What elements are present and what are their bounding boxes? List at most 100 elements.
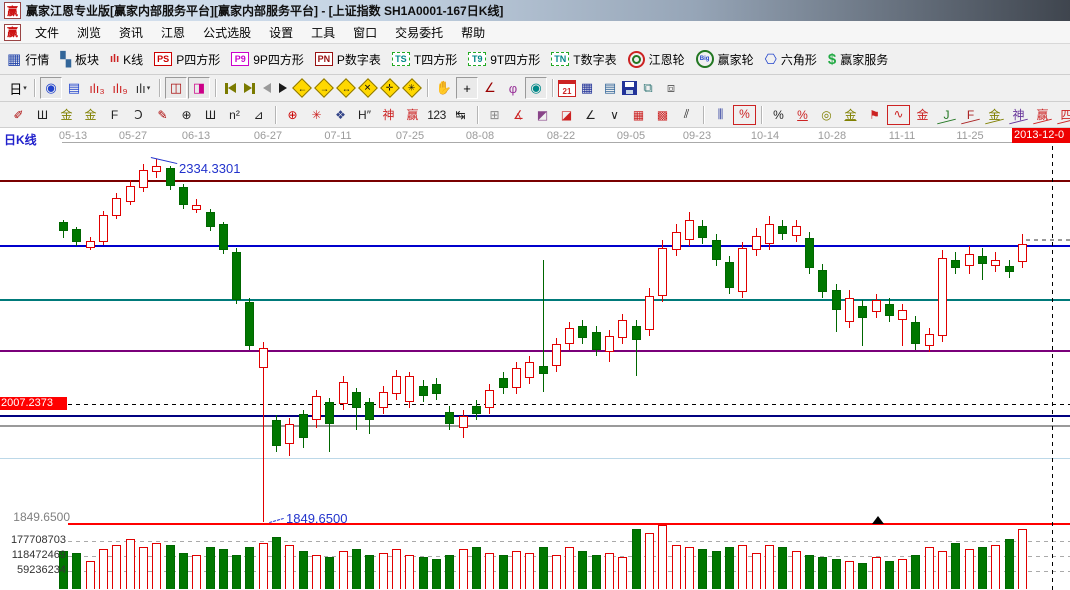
tool-chart-notes[interactable]: ▤ — [63, 77, 85, 99]
tool-comb[interactable]: Ш — [31, 105, 54, 125]
tool-angle-measure[interactable]: ∠ — [479, 77, 501, 99]
tool-shen-angle[interactable]: 神 — [1007, 105, 1030, 125]
tool-zoom-plus[interactable]: ✛ — [380, 78, 400, 98]
tool-interval-day[interactable]: 日▾ — [7, 77, 29, 99]
tool-p-square[interactable]: PSP四方形 — [154, 51, 220, 68]
candle — [419, 386, 428, 396]
tool-draw-pen[interactable]: ✐ — [7, 105, 30, 125]
tool-crosshair[interactable]: + — [456, 77, 478, 99]
tool-memo[interactable]: ▤ — [599, 77, 621, 99]
tool-sectors[interactable]: ▚板块 — [60, 51, 99, 68]
tool-four-angle[interactable]: 四 — [1055, 105, 1070, 125]
tool-ruler-123[interactable]: 123 — [425, 105, 448, 125]
tool-page-fwd[interactable] — [279, 83, 287, 93]
tool-hist-lines[interactable]: ⫼ — [709, 105, 732, 125]
tool-gold-grid-1[interactable]: 金 — [55, 105, 78, 125]
tool-wave-box[interactable]: ∿ — [887, 105, 910, 125]
tool-v-dotted[interactable]: ∨ — [603, 105, 626, 125]
tool-line-fan[interactable]: ⫽ — [675, 105, 698, 125]
tool-zoom-all[interactable]: ✳ — [402, 78, 422, 98]
tool-fan-box-1[interactable]: ◩ — [531, 105, 554, 125]
tool-kline-3[interactable]: ılı₃ — [86, 77, 108, 99]
tool-p-number[interactable]: PNP数字表 — [315, 51, 381, 68]
menu-item-7[interactable]: 工具 — [302, 22, 344, 43]
menu-item-2[interactable]: 浏览 — [68, 22, 110, 43]
tool-zoom-cross[interactable]: ✕ — [358, 78, 378, 98]
tool-zoom-horizontal[interactable]: ↔ — [336, 78, 356, 98]
tool-winner-wheel[interactable]: Big赢家轮 — [696, 50, 754, 68]
tool-zoom-right[interactable]: → — [314, 78, 334, 98]
tool-ying-grid[interactable]: 赢 — [401, 105, 424, 125]
tool-shen-grid[interactable]: 神 — [377, 105, 400, 125]
tool-fan-box-2[interactable]: ◪ — [555, 105, 578, 125]
tool-grid-red-box[interactable]: ▩ — [651, 105, 674, 125]
tool-page-back[interactable] — [263, 83, 271, 93]
tool-j-angle[interactable]: J — [935, 105, 958, 125]
chart-canvas[interactable] — [0, 128, 1070, 590]
tool-web-red[interactable]: ✳ — [305, 105, 328, 125]
tool-percent-line[interactable]: % — [791, 105, 814, 125]
tool-gold-red[interactable]: 金 — [911, 105, 934, 125]
tool-pan-hand[interactable]: ✋ — [433, 77, 455, 99]
tool-h-marks[interactable]: Н″ — [353, 105, 376, 125]
tool-gold-grid-2[interactable]: 金 — [79, 105, 102, 125]
tool-volume-profile[interactable]: ◨ — [188, 77, 210, 99]
tool-percent[interactable]: % — [767, 105, 790, 125]
tool-flag-pen[interactable]: ⚑ — [863, 105, 886, 125]
tool-winner-service[interactable]: $赢家服务 — [828, 51, 888, 68]
menu-item-6[interactable]: 设置 — [260, 22, 302, 43]
tool-gold-circle[interactable]: ◎ — [815, 105, 838, 125]
tool-chart-zigzag[interactable]: ◉ — [40, 77, 62, 99]
tool-hexagon[interactable]: ⎔六角形 — [765, 51, 817, 68]
volume-bar — [658, 525, 667, 589]
tool-percent-box[interactable]: % — [733, 105, 756, 125]
tool-time-circle[interactable]: ⊕ — [175, 105, 198, 125]
tool-zoom-left[interactable]: ← — [292, 78, 312, 98]
tool-kline-style[interactable]: ılı▾ — [132, 77, 154, 99]
tool-f-grid[interactable]: F — [103, 105, 126, 125]
tool-angle-ruler[interactable]: ⊿ — [247, 105, 270, 125]
tool-fan-red[interactable]: ∡ — [507, 105, 530, 125]
menu-item-8[interactable]: 窗口 — [344, 22, 386, 43]
tool-web-box[interactable]: ❖ — [329, 105, 352, 125]
menu-item-5[interactable]: 公式选股 — [194, 22, 260, 43]
tool-skip-last[interactable] — [244, 83, 255, 94]
tool-pin-pen[interactable]: ✎ — [151, 105, 174, 125]
menu-item-4[interactable]: 江恩 — [152, 22, 194, 43]
tool-span-arrows[interactable]: ↹ — [449, 105, 472, 125]
tool-t-number[interactable]: TNT数字表 — [551, 51, 616, 68]
tool-gold-line[interactable]: 金 — [839, 105, 862, 125]
tool-remote-pc[interactable]: ⧈ — [660, 77, 682, 99]
menu-item-1[interactable]: 文件 — [26, 22, 68, 43]
menu-item-9[interactable]: 交易委托 — [386, 22, 452, 43]
menu-item-10[interactable]: 帮助 — [452, 22, 494, 43]
tool-smart-select[interactable]: ◉ — [525, 77, 547, 99]
tool-gold-angle[interactable]: 金 — [983, 105, 1006, 125]
tool-skip-first[interactable] — [225, 83, 236, 94]
tool-gann-wheel[interactable]: 江恩轮 — [628, 51, 685, 68]
tool-calendar[interactable]: 21 — [558, 80, 576, 97]
tool-target-cross[interactable]: ⊕ — [281, 105, 304, 125]
tool-grid-red[interactable]: ▦ — [627, 105, 650, 125]
tool-9t-square[interactable]: T99T四方形 — [468, 51, 540, 68]
tool-spiral[interactable]: Ↄ — [127, 105, 150, 125]
tool-ying-angle[interactable]: 赢 — [1031, 105, 1054, 125]
volume-bar — [725, 547, 734, 589]
tool-kline-9[interactable]: ılı₉ — [109, 77, 131, 99]
tool-n-square[interactable]: n² — [223, 105, 246, 125]
tool-label: T数字表 — [573, 51, 616, 68]
menu-item-3[interactable]: 资讯 — [110, 22, 152, 43]
tool-t-square[interactable]: TST四方形 — [392, 51, 457, 68]
tool-pattern[interactable]: ◫ — [165, 77, 187, 99]
tool-quotes[interactable]: ▦行情 — [7, 50, 49, 68]
tool-9p-square[interactable]: P99P四方形 — [231, 51, 304, 68]
tool-calculator[interactable]: ▦ — [576, 77, 598, 99]
tool-angle-lines[interactable]: ∠ — [579, 105, 602, 125]
tool-f-angle[interactable]: F — [959, 105, 982, 125]
tool-comb-2[interactable]: Ш — [199, 105, 222, 125]
tool-box-lines[interactable]: ⊞ — [483, 105, 506, 125]
tool-save[interactable] — [622, 81, 637, 95]
tool-net-sync[interactable]: ⧉ — [637, 77, 659, 99]
tool-gann-tool[interactable]: φ — [502, 77, 524, 99]
tool-kline[interactable]: ılıK线 — [110, 51, 143, 68]
